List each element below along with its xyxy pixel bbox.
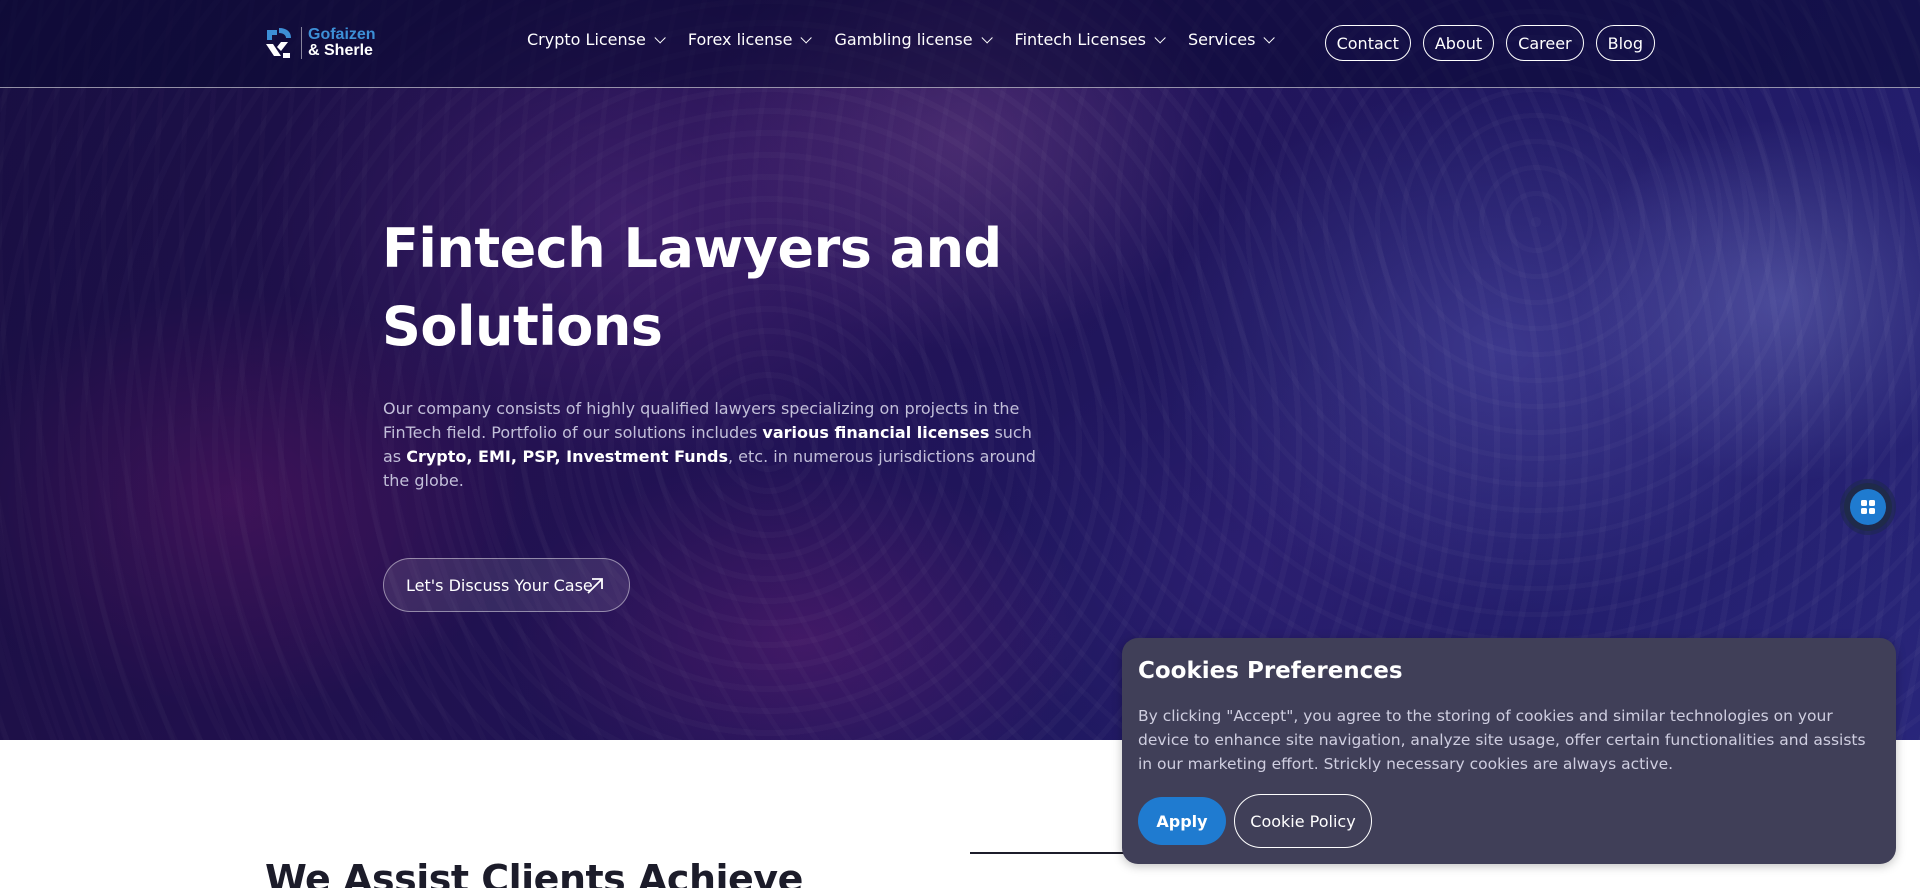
top-navbar: Gofaizen & Sherle Crypto License Forex l… xyxy=(0,0,1920,88)
brand-name: Gofaizen & Sherle xyxy=(301,27,376,59)
cookie-banner: Cookies Preferences By clicking "Accept"… xyxy=(1122,638,1896,864)
brand-line1: Gofaizen xyxy=(308,26,376,43)
menu-gambling-license[interactable]: Gambling license xyxy=(834,30,993,49)
cookie-policy-button[interactable]: Cookie Policy xyxy=(1234,794,1372,848)
cookie-text: By clicking "Accept", you agree to the s… xyxy=(1138,707,1866,773)
grid-icon xyxy=(1850,489,1886,525)
hero-description: Our company consists of highly qualified… xyxy=(383,397,1043,493)
apply-button[interactable]: Apply xyxy=(1138,797,1226,845)
contact-link[interactable]: Contact xyxy=(1324,25,1411,61)
discuss-case-button[interactable]: Let's Discuss Your Case xyxy=(383,558,630,612)
blog-link[interactable]: Blog xyxy=(1595,25,1655,61)
section-title: We Assist Clients Achieve xyxy=(265,857,803,888)
hero-title-line2: Solutions xyxy=(382,295,663,358)
header-links: Contact About Career Blog xyxy=(1324,25,1655,61)
chevron-down-icon xyxy=(654,31,666,44)
about-link[interactable]: About xyxy=(1422,25,1495,61)
desc-highlight-licenses: various financial licenses xyxy=(762,423,990,442)
menu-services[interactable]: Services xyxy=(1187,30,1276,49)
floating-widget-button[interactable] xyxy=(1844,483,1892,531)
menu-label: Crypto License xyxy=(527,30,646,49)
menu-label: Services xyxy=(1187,30,1256,49)
career-link[interactable]: Career xyxy=(1506,25,1584,61)
chevron-down-icon xyxy=(1263,31,1276,44)
menu-crypto-license[interactable]: Crypto License xyxy=(527,30,666,49)
brand-line2: & Sherle xyxy=(308,42,373,59)
cookie-title: Cookies Preferences xyxy=(1138,658,1403,684)
cta-label: Let's Discuss Your Case xyxy=(406,575,593,595)
menu-label: Gambling license xyxy=(834,30,973,49)
menu-label: Fintech Licenses xyxy=(1014,30,1146,49)
menu-label: Forex license xyxy=(687,30,793,49)
hero-background xyxy=(0,0,1920,740)
desc-highlight-types: Crypto, EMI, PSP, Investment Funds xyxy=(406,447,728,466)
main-menu: Crypto License Forex license Gambling li… xyxy=(527,30,1297,49)
chevron-down-icon xyxy=(800,31,813,44)
chevron-down-icon xyxy=(1154,31,1166,44)
hero-shade xyxy=(0,0,1920,740)
hero-title-line1: Fintech Lawyers and xyxy=(382,217,1002,280)
arrow-up-right-icon xyxy=(587,578,603,594)
chevron-down-icon xyxy=(981,31,993,44)
menu-forex-license[interactable]: Forex license xyxy=(687,30,813,49)
logo-mark-icon xyxy=(263,26,293,60)
hero-title: Fintech Lawyers and Solutions xyxy=(382,210,1002,366)
brand-logo[interactable]: Gofaizen & Sherle xyxy=(263,25,376,61)
menu-fintech-licenses[interactable]: Fintech Licenses xyxy=(1014,30,1166,49)
